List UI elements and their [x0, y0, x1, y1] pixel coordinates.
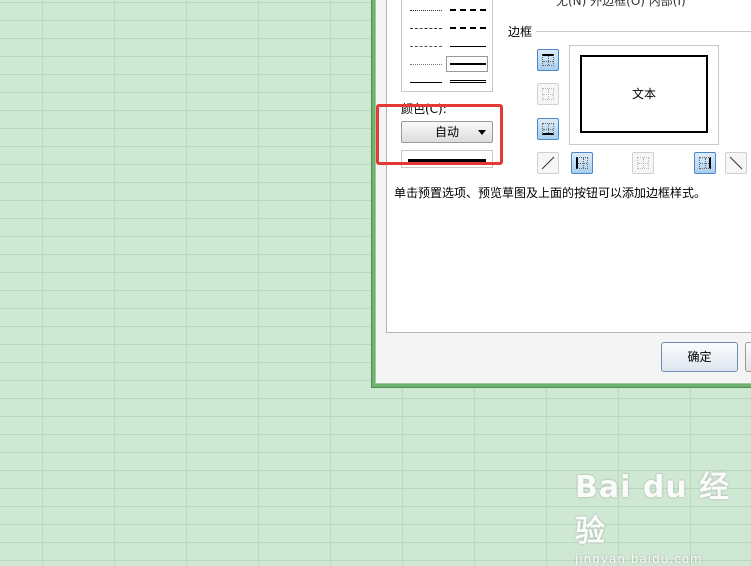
bottom-border-icon	[542, 123, 554, 135]
section-divider	[536, 31, 751, 32]
annotation-highlight-box	[376, 104, 503, 165]
line-style-option[interactable]	[450, 46, 486, 47]
right-border-icon	[699, 157, 711, 169]
border-preview-cell[interactable]: 文本	[580, 55, 708, 133]
line-style-option[interactable]	[410, 46, 442, 47]
inside-vertical-border-button[interactable]	[632, 152, 654, 174]
top-border-icon	[542, 54, 554, 66]
watermark-logo: Bai du 经验	[575, 470, 731, 549]
line-style-option[interactable]	[450, 9, 486, 11]
line-style-option[interactable]	[410, 28, 442, 29]
line-style-option[interactable]	[450, 27, 486, 29]
line-style-option[interactable]	[410, 64, 442, 65]
diagonal-down-border-button[interactable]	[725, 152, 747, 174]
inside-horizontal-border-button[interactable]	[537, 83, 559, 105]
preset-labels: 无(N) 外边框(O) 内部(I)	[556, 0, 686, 8]
diagonal-up-border-button[interactable]	[537, 152, 559, 174]
border-section-title: 边框	[508, 25, 533, 39]
top-border-button[interactable]	[537, 49, 559, 71]
line-style-option[interactable]	[450, 63, 486, 65]
ok-button[interactable]: 确定	[661, 342, 738, 372]
line-style-list[interactable]	[401, 0, 493, 92]
bottom-border-button[interactable]	[537, 118, 559, 140]
preview-text: 文本	[631, 87, 656, 101]
diagonal-up-icon	[541, 156, 555, 170]
watermark-url: jingyan.baidu.com	[575, 552, 703, 566]
cancel-button[interactable]	[745, 342, 751, 372]
right-border-button[interactable]	[694, 152, 716, 174]
left-border-icon	[576, 157, 588, 169]
left-border-button[interactable]	[571, 152, 593, 174]
line-style-option[interactable]	[410, 82, 442, 83]
inside-horizontal-border-icon	[542, 88, 554, 100]
watermark: Bai du 经验 jingyan.baidu.com	[575, 462, 751, 566]
line-style-option[interactable]	[410, 10, 442, 11]
diagonal-down-icon	[729, 156, 743, 170]
inside-vertical-border-icon	[637, 157, 649, 169]
hint-text: 单击预置选项、预览草图及上面的按钮可以添加边框样式。	[394, 186, 707, 200]
line-style-option[interactable]	[450, 80, 486, 83]
